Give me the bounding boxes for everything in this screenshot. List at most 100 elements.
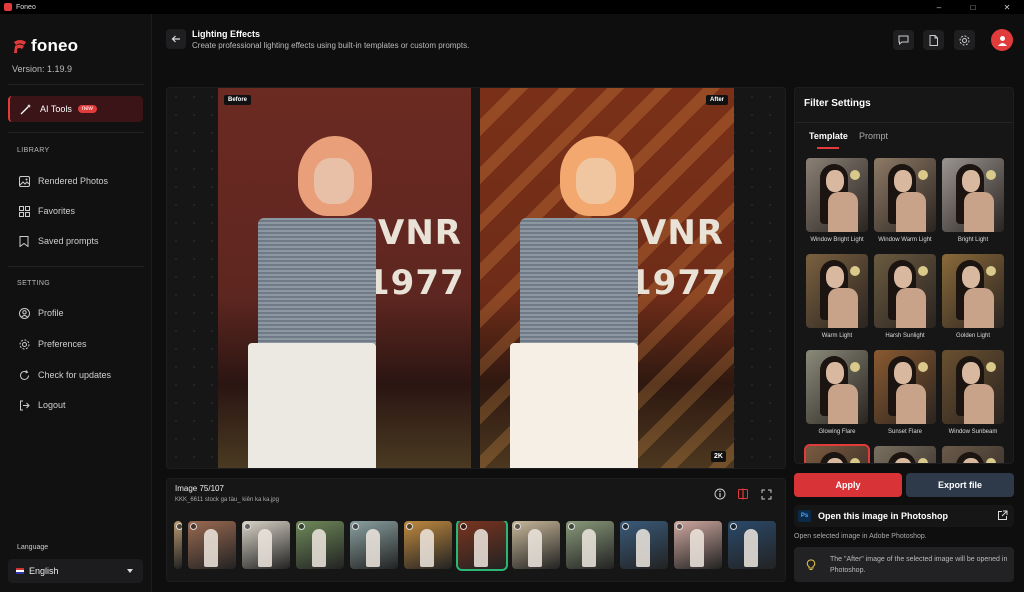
- tab-template[interactable]: Template: [809, 131, 848, 141]
- photoshop-label: Open this image in Photoshop: [818, 511, 949, 521]
- template-thumbnail: [806, 158, 868, 232]
- select-checkbox[interactable]: [460, 523, 467, 530]
- expand-icon: [761, 489, 771, 499]
- select-checkbox[interactable]: [568, 523, 575, 530]
- after-image[interactable]: VNR 1977 After: [480, 88, 734, 468]
- thumbnail-subject: [420, 529, 434, 567]
- feedback-button[interactable]: [893, 30, 914, 50]
- template-body: [896, 384, 926, 424]
- export-file-button[interactable]: Export file: [906, 473, 1014, 497]
- photoshop-description: Open selected image in Adobe Photoshop.: [794, 533, 927, 540]
- document-button[interactable]: [923, 30, 944, 50]
- template-face: [826, 362, 844, 384]
- template-card[interactable]: Glowing Flare: [806, 350, 868, 435]
- thumbnail-subject: [258, 529, 272, 567]
- template-card[interactable]: Harsh Sunlight: [874, 254, 936, 339]
- template-flower: [850, 362, 860, 372]
- close-button[interactable]: ✕: [990, 0, 1024, 14]
- open-in-photoshop[interactable]: Ps Open this image in Photoshop: [794, 505, 1014, 527]
- template-flower: [850, 458, 860, 463]
- year-text: 1977: [366, 263, 465, 303]
- sidebar-item-check-updates[interactable]: Check for updates: [8, 362, 143, 388]
- photoshop-icon: Ps: [798, 510, 811, 522]
- minimize-button[interactable]: –: [922, 0, 956, 14]
- subject-face: [576, 158, 616, 204]
- template-body: [896, 288, 926, 328]
- resolution-badge: 2K: [711, 451, 726, 462]
- filmstrip-thumbnail[interactable]: [620, 521, 668, 569]
- apply-button[interactable]: Apply: [794, 473, 902, 497]
- fullscreen-button[interactable]: [759, 487, 773, 501]
- filmstrip-thumbnail[interactable]: [296, 521, 344, 569]
- select-checkbox[interactable]: [190, 523, 197, 530]
- subject-skirt: [248, 343, 376, 468]
- template-label: Window Sunbeam: [948, 429, 998, 435]
- template-card[interactable]: Window Bright Light: [806, 158, 868, 243]
- thumbnail-subject: [582, 529, 596, 567]
- vnr-text: VNR: [378, 213, 462, 253]
- template-thumbnail: [806, 254, 868, 328]
- template-body: [896, 192, 926, 232]
- info-button[interactable]: [713, 487, 727, 501]
- select-checkbox[interactable]: [676, 523, 683, 530]
- select-checkbox[interactable]: [298, 523, 305, 530]
- sidebar-item-ai-tools[interactable]: AI Tools new: [8, 96, 143, 122]
- before-tag: Before: [224, 95, 252, 105]
- filmstrip-thumbnail[interactable]: [404, 521, 452, 569]
- template-card[interactable]: Window Sunbeam: [942, 350, 1004, 435]
- template-card[interactable]: [942, 446, 1004, 463]
- select-checkbox[interactable]: [244, 523, 251, 530]
- brand-name: foneo: [31, 36, 79, 55]
- sidebar-item-saved-prompts[interactable]: Saved prompts: [8, 228, 143, 254]
- filmstrip-thumbnail[interactable]: [174, 521, 182, 569]
- sidebar-item-profile[interactable]: Profile: [8, 300, 143, 326]
- arrow-left-icon: [171, 35, 180, 43]
- filmstrip-thumbnail[interactable]: [674, 521, 722, 569]
- external-link-icon[interactable]: [997, 510, 1008, 521]
- sidebar-item-favorites[interactable]: Favorites: [8, 198, 143, 224]
- template-label: Harsh Sunlight: [885, 333, 925, 339]
- before-image[interactable]: VNR 1977 Before: [218, 88, 471, 468]
- filmstrip-thumbnail[interactable]: [188, 521, 236, 569]
- template-card[interactable]: Window Warm Light: [874, 158, 936, 243]
- thumbnail-subject: [528, 529, 542, 567]
- template-face: [894, 266, 912, 288]
- us-flag-icon: [16, 568, 24, 574]
- back-button[interactable]: [166, 29, 186, 49]
- template-card[interactable]: Golden Light: [942, 254, 1004, 339]
- sidebar-item-rendered-photos[interactable]: Rendered Photos: [8, 168, 143, 194]
- tab-prompt[interactable]: Prompt: [859, 131, 888, 141]
- sidebar-item-label: Profile: [38, 308, 64, 318]
- brand-logo: foneo: [12, 36, 78, 56]
- filmstrip-thumbnail[interactable]: [350, 521, 398, 569]
- select-checkbox[interactable]: [176, 523, 182, 530]
- user-avatar[interactable]: [991, 29, 1013, 51]
- sidebar-item-logout[interactable]: Logout: [8, 392, 143, 418]
- sidebar-item-preferences[interactable]: Preferences: [8, 331, 143, 357]
- filmstrip-thumbnail[interactable]: [566, 521, 614, 569]
- template-card[interactable]: Sunset Flare: [874, 350, 936, 435]
- gear-icon: [18, 338, 30, 350]
- settings-button[interactable]: [954, 30, 975, 50]
- select-checkbox[interactable]: [514, 523, 521, 530]
- template-card[interactable]: [804, 444, 870, 463]
- template-thumbnail: [942, 254, 1004, 328]
- filmstrip-thumbnail[interactable]: [456, 521, 508, 571]
- filmstrip-thumbnail[interactable]: [242, 521, 290, 569]
- template-thumbnail: [942, 158, 1004, 232]
- filmstrip-thumbnail[interactable]: [512, 521, 560, 569]
- select-checkbox[interactable]: [406, 523, 413, 530]
- select-checkbox[interactable]: [352, 523, 359, 530]
- select-checkbox[interactable]: [622, 523, 629, 530]
- sidebar: foneo Version: 1.19.9 AI Tools new LIBRA…: [0, 14, 152, 592]
- compare-button[interactable]: [736, 487, 750, 501]
- language-select[interactable]: English: [8, 559, 143, 583]
- template-card[interactable]: Warm Light: [806, 254, 868, 339]
- template-thumbnail: [942, 350, 1004, 424]
- maximize-button[interactable]: □: [956, 0, 990, 14]
- template-face: [894, 362, 912, 384]
- filmstrip-thumbnail[interactable]: [728, 521, 776, 569]
- template-card[interactable]: Bright Light: [942, 158, 1004, 243]
- template-card[interactable]: [874, 446, 936, 463]
- select-checkbox[interactable]: [730, 523, 737, 530]
